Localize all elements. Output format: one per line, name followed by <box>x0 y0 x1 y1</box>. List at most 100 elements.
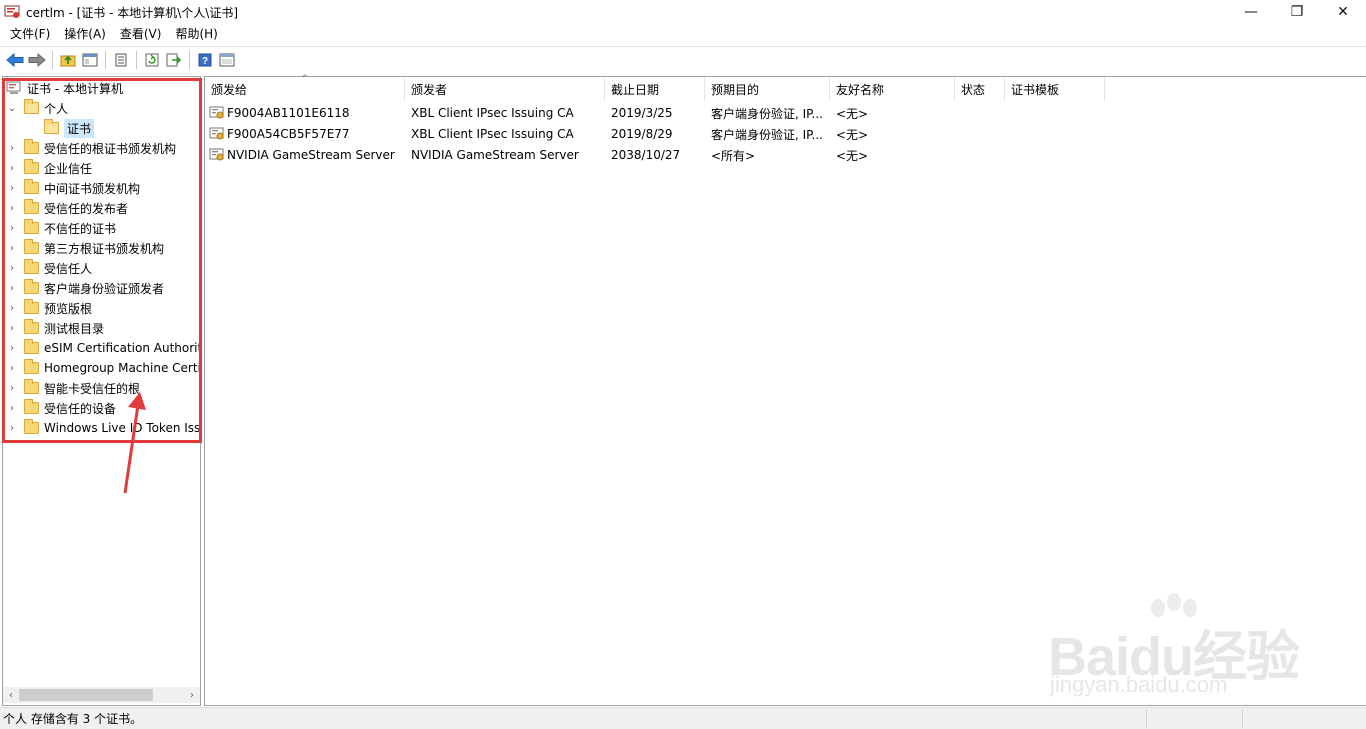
column-header-template[interactable]: 证书模板 <box>1005 77 1105 101</box>
menu-action[interactable]: 操作(A) <box>57 24 113 45</box>
column-header-issued-by[interactable]: 颁发者 <box>405 77 605 101</box>
tree-item-label: 企业信任 <box>44 161 93 176</box>
toolbar-separator <box>52 50 53 69</box>
tree-item-label: 智能卡受信任的根 <box>44 381 141 396</box>
menu-view[interactable]: 查看(V) <box>113 24 169 45</box>
mmc-icon[interactable] <box>216 50 238 70</box>
toolbar-separator <box>105 50 106 69</box>
chevron-right-icon[interactable]: › <box>6 243 18 254</box>
table-cell-text: XBL Client IPsec Issuing CA <box>411 127 574 141</box>
tree-item-folder[interactable]: › 受信任的设备 <box>6 398 116 418</box>
tree-item-folder[interactable]: › 中间证书颁发机构 <box>6 178 140 198</box>
tree-item-folder[interactable]: › 智能卡受信任的根 <box>6 378 140 398</box>
tree-root[interactable]: 证书 - 本地计算机 <box>6 78 123 98</box>
chevron-right-icon[interactable]: › <box>6 303 18 314</box>
tree-item-folder[interactable]: › 受信任人 <box>6 258 92 278</box>
folder-icon <box>24 419 39 434</box>
table-cell-purpose: 客户端身份验证, IP... <box>711 124 830 144</box>
table-cell-text: NVIDIA GameStream Server <box>411 148 579 162</box>
show-tree-icon[interactable] <box>79 50 101 70</box>
scroll-right-icon[interactable]: › <box>184 687 200 703</box>
table-cell-text: 客户端身份验证, IP... <box>711 127 823 142</box>
column-header-issued-to[interactable]: ^ 颁发给 <box>205 74 405 101</box>
table-cell-issued-by: XBL Client IPsec Issuing CA <box>411 103 605 123</box>
close-button[interactable]: ✕ <box>1320 0 1366 24</box>
table-cell-text: 2019/3/25 <box>611 106 673 120</box>
column-header-status[interactable]: 状态 <box>955 77 1005 101</box>
menu-file[interactable]: 文件(F) <box>3 24 57 45</box>
tree-item-folder[interactable]: › 预览版根 <box>6 298 92 318</box>
column-header-friendly-name[interactable]: 友好名称 <box>830 77 955 101</box>
folder-icon <box>24 319 39 334</box>
title-bar: certlm - [证书 - 本地计算机\个人\证书] — ❐ ✕ <box>0 0 1366 24</box>
chevron-right-icon[interactable]: › <box>6 143 18 154</box>
column-header-purposes[interactable]: 预期目的 <box>705 77 830 101</box>
properties-icon[interactable] <box>110 50 132 70</box>
table-cell-text: <无> <box>836 127 869 142</box>
tree-item-label: 测试根目录 <box>44 321 105 336</box>
tree-item-folder[interactable]: › 企业信任 <box>6 158 92 178</box>
chevron-right-icon[interactable]: › <box>6 223 18 234</box>
tree-item-label: eSIM Certification Authorities <box>44 341 201 355</box>
table-cell-issued-by: XBL Client IPsec Issuing CA <box>411 124 605 144</box>
tree-item-label: 中间证书颁发机构 <box>44 181 141 196</box>
status-segment <box>1242 710 1366 728</box>
help-icon[interactable]: ? <box>194 50 216 70</box>
column-header-label: 状态 <box>961 82 986 97</box>
minimize-button[interactable]: — <box>1228 0 1274 24</box>
tree-item-label: 受信任人 <box>44 261 93 276</box>
status-text: 个人 存储含有 3 个证书。 <box>3 712 143 726</box>
tree-item-folder[interactable]: › 第三方根证书颁发机构 <box>6 238 164 258</box>
toolbar: ? <box>0 46 1366 72</box>
tree-item-label: 受信任的根证书颁发机构 <box>44 141 177 156</box>
chevron-right-icon[interactable]: › <box>6 423 18 434</box>
column-header-label: 证书模板 <box>1011 82 1060 97</box>
baidu-watermark: Baidu经验 jingyan.baidu.com <box>1048 590 1308 700</box>
tree-item-label: 不信任的证书 <box>44 221 117 236</box>
tree-item-folder[interactable]: › Windows Live ID Token Issuer <box>6 418 201 438</box>
tree-item-folder[interactable]: › 受信任的发布者 <box>6 198 128 218</box>
chevron-right-icon[interactable]: › <box>6 203 18 214</box>
table-cell-friendly: <无> <box>836 124 955 144</box>
tree-item-folder[interactable]: › 测试根目录 <box>6 318 104 338</box>
chevron-right-icon[interactable]: › <box>6 343 18 354</box>
chevron-right-icon[interactable]: › <box>6 283 18 294</box>
scrollbar-thumb[interactable] <box>19 689 153 701</box>
tree-item-folder[interactable]: › eSIM Certification Authorities <box>6 338 201 358</box>
back-icon[interactable] <box>4 50 26 70</box>
chevron-down-icon[interactable]: ⌄ <box>6 103 18 114</box>
chevron-right-icon[interactable]: › <box>6 323 18 334</box>
table-cell-issued-by: NVIDIA GameStream Server <box>411 145 605 165</box>
chevron-right-icon[interactable]: › <box>6 183 18 194</box>
tree-item-folder[interactable]: › Homegroup Machine Certificates <box>6 358 201 378</box>
up-folder-icon[interactable] <box>57 50 79 70</box>
tree-item-label: Windows Live ID Token Issuer <box>44 421 201 435</box>
restore-button[interactable]: ❐ <box>1274 0 1320 24</box>
tree-item-folder[interactable]: › 不信任的证书 <box>6 218 116 238</box>
tree-item-label: Homegroup Machine Certificates <box>44 361 201 375</box>
folder-icon <box>24 159 39 174</box>
chevron-right-icon[interactable]: › <box>6 403 18 414</box>
folder-icon <box>24 379 39 394</box>
export-icon[interactable] <box>163 50 185 70</box>
folder-icon <box>24 139 39 154</box>
folder-open-icon <box>24 99 39 114</box>
tree-item-folder[interactable]: › 客户端身份验证颁发者 <box>6 278 164 298</box>
scroll-left-icon[interactable]: ‹ <box>3 687 19 703</box>
console-tree[interactable]: 证书 - 本地计算机 ⌄ 个人 证书 › 受信任的根证书颁发机构 › 企业信任 › 中间证… <box>2 76 201 706</box>
tree-horizontal-scrollbar[interactable]: ‹ › <box>3 687 200 703</box>
tree-item-personal[interactable]: ⌄ 个人 <box>6 98 68 118</box>
menu-help[interactable]: 帮助(H) <box>168 24 224 45</box>
refresh-icon[interactable] <box>141 50 163 70</box>
column-header-expiration[interactable]: 截止日期 <box>605 77 705 101</box>
chevron-right-icon[interactable]: › <box>6 263 18 274</box>
tree-item-personal-certificates[interactable]: 证书 <box>44 118 95 138</box>
tree-item-folder[interactable]: › 受信任的根证书颁发机构 <box>6 138 176 158</box>
chevron-right-icon[interactable]: › <box>6 163 18 174</box>
chevron-right-icon[interactable]: › <box>6 383 18 394</box>
forward-icon[interactable] <box>26 50 48 70</box>
chevron-right-icon[interactable]: › <box>6 363 18 374</box>
tree-item-label: 客户端身份验证颁发者 <box>44 281 165 296</box>
table-cell-text: XBL Client IPsec Issuing CA <box>411 106 574 120</box>
certificate-icon <box>209 106 225 120</box>
